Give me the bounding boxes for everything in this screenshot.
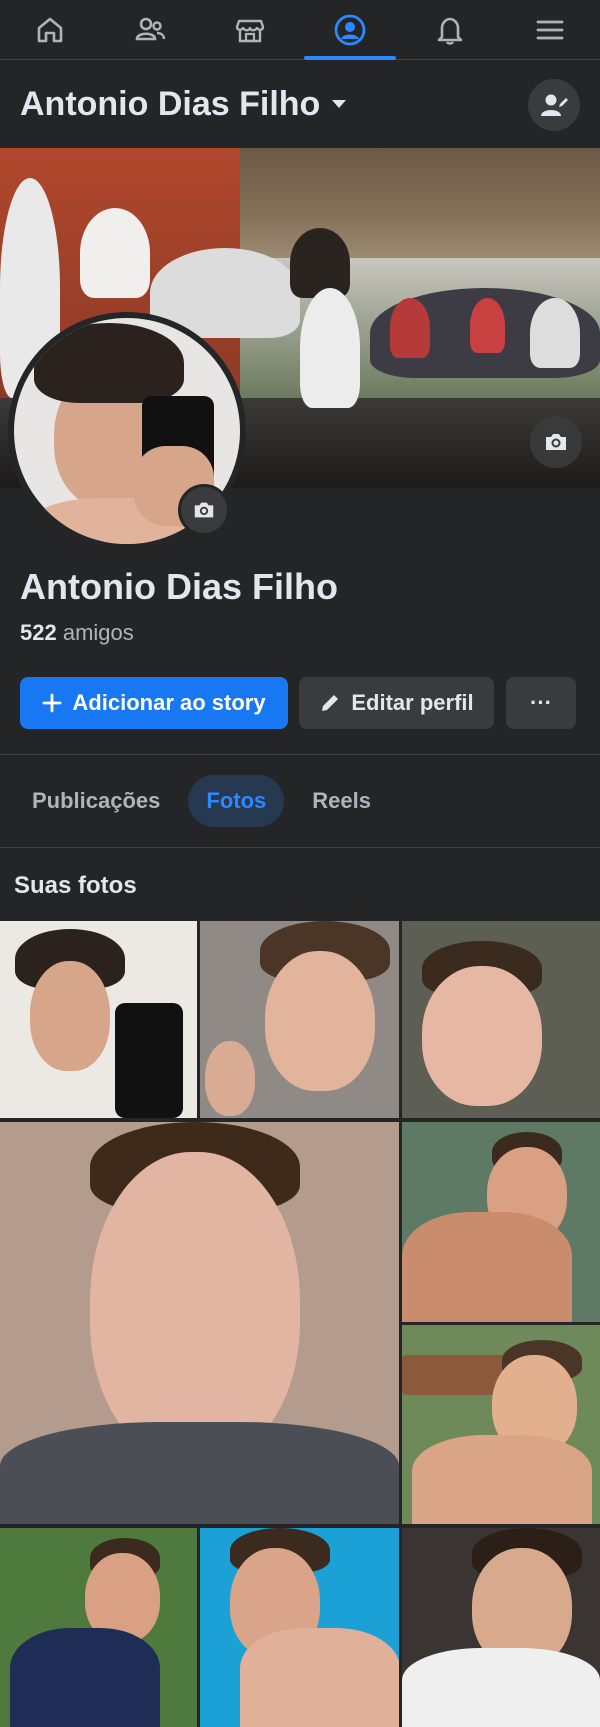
camera-icon [546, 434, 566, 450]
marketplace-icon [235, 19, 265, 42]
plus-icon [43, 693, 62, 713]
photo-thumbnail[interactable] [402, 1325, 600, 1524]
home-icon [37, 17, 63, 42]
section-title: Suas fotos [14, 872, 137, 899]
photo-hand [205, 1041, 255, 1116]
crowd-figure [470, 298, 505, 353]
photo-shirt [402, 1648, 600, 1727]
crowd-figure [290, 228, 350, 298]
top-navigation [0, 0, 600, 60]
nav-marketplace[interactable] [200, 0, 300, 59]
nav-friends[interactable] [100, 0, 200, 59]
photo-body [402, 1212, 572, 1322]
photo-thumbnail[interactable] [0, 921, 197, 1118]
menu-icon [536, 20, 564, 39]
chevron-down-icon[interactable] [332, 100, 347, 108]
photo-thumbnail[interactable] [200, 921, 399, 1118]
photo-shirt [10, 1628, 160, 1727]
avatar-camera-button[interactable] [178, 484, 230, 536]
edit-profile-label: Editar perfil [351, 690, 474, 715]
crowd-figure [300, 288, 360, 408]
photo-thumbnail[interactable] [0, 1528, 197, 1727]
nav-notifications[interactable] [400, 0, 500, 59]
profile-name: Antonio Dias Filho [20, 566, 338, 607]
photo-face [422, 966, 542, 1106]
add-to-story-label: Adicionar ao story [72, 690, 266, 715]
camera-icon [194, 502, 214, 518]
profile-tabs: Publicações Fotos Reels [0, 755, 600, 847]
tab-publicacoes[interactable]: Publicações [14, 775, 178, 827]
more-options-label: ··· [530, 690, 552, 715]
photo-face [90, 1152, 300, 1462]
photo-thumbnail[interactable] [402, 1528, 600, 1727]
nav-menu[interactable] [500, 0, 600, 59]
bell-icon [437, 17, 463, 45]
tab-fotos[interactable]: Fotos [188, 775, 285, 827]
friends-icon [135, 17, 166, 40]
nav-home[interactable] [0, 0, 100, 59]
photo-body [240, 1628, 399, 1727]
profile-header: Antonio Dias Filho [0, 60, 600, 148]
pencil-icon [322, 695, 339, 711]
crowd-figure [530, 298, 580, 368]
crowd-figure [80, 208, 150, 298]
profile-icon [334, 14, 366, 45]
photo-face [265, 951, 375, 1091]
add-to-story-button[interactable]: Adicionar ao story [20, 677, 288, 729]
photo-shirt [0, 1422, 399, 1524]
photo-thumbnail[interactable] [402, 921, 600, 1118]
add-user-button[interactable] [528, 79, 580, 131]
crowd-figure [390, 298, 430, 358]
header-profile-name[interactable]: Antonio Dias Filho [20, 85, 320, 124]
photo-thumbnail[interactable] [0, 1122, 399, 1524]
edit-profile-button[interactable]: Editar perfil [299, 677, 494, 729]
photo-thumbnail[interactable] [200, 1528, 399, 1727]
friends-count[interactable]: 522 amigos [20, 620, 134, 646]
photo-body [412, 1435, 592, 1524]
photo-phone [115, 1003, 183, 1118]
photo-face [30, 961, 110, 1071]
more-options-button[interactable]: ··· [506, 677, 576, 729]
tab-reels[interactable]: Reels [294, 775, 389, 827]
cover-camera-button[interactable] [530, 416, 582, 468]
divider [0, 847, 600, 848]
friends-number: 522 [20, 620, 57, 645]
add-user-icon [541, 94, 568, 116]
nav-profile[interactable] [300, 0, 400, 60]
friends-label: amigos [56, 620, 134, 645]
photo-thumbnail[interactable] [402, 1122, 600, 1322]
avatar-hair [34, 323, 184, 403]
